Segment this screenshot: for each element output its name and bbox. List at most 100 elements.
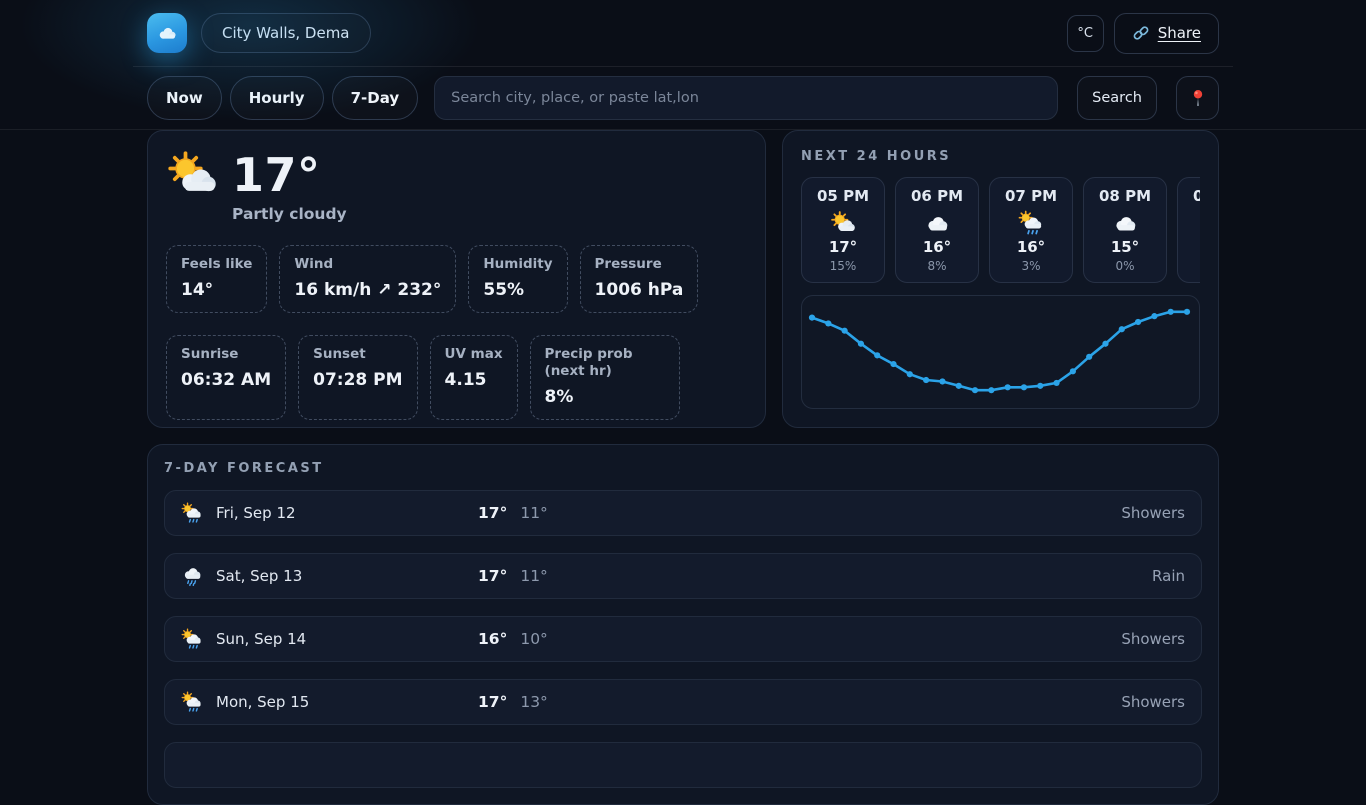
forecast-row-mon-sep-15[interactable]: Mon, Sep 1517° 13° Showers bbox=[164, 679, 1202, 725]
stat-value: 16 km/h ↗ 232° bbox=[294, 280, 441, 300]
next-24-hours-card: NEXT 24 HOURS 05 PM17°15%06 PM16°8%07 PM… bbox=[782, 130, 1219, 428]
forecast-low: 11° bbox=[520, 504, 547, 522]
stat-value: 8% bbox=[545, 387, 665, 407]
current-conditions-card: 17° Partly cloudy Feels like14°Wind16 km… bbox=[147, 130, 766, 428]
forecast-high: 16° bbox=[478, 630, 507, 648]
forecast-row-fri-sep-12[interactable]: Fri, Sep 1217° 11° Showers bbox=[164, 490, 1202, 536]
forecast-condition: Showers bbox=[1121, 504, 1185, 522]
tab-now[interactable]: Now bbox=[147, 76, 222, 120]
hour-time: 08 PM bbox=[1084, 187, 1166, 205]
hourly-strip[interactable]: 05 PM17°15%06 PM16°8%07 PM16°3%08 PM15°0… bbox=[801, 177, 1200, 283]
hour-precip: 3% bbox=[990, 259, 1072, 273]
current-stats-row-1: Feels like 14° Wind 16 km/h ↗ 232° Humidity 5… bbox=[166, 245, 747, 313]
share-label: Share bbox=[1158, 24, 1201, 42]
tab-7-day[interactable]: 7-Day bbox=[332, 76, 419, 120]
stat-value: 06:32 AM bbox=[181, 370, 271, 390]
forecast-high: 17° bbox=[478, 693, 507, 711]
hour-temp: 16° bbox=[1178, 238, 1200, 256]
forecast-day: Sat, Sep 13 bbox=[216, 567, 478, 585]
search-button[interactable]: Search bbox=[1077, 76, 1157, 120]
share-button[interactable]: Share bbox=[1114, 13, 1219, 54]
cloud-icon bbox=[924, 210, 950, 236]
forecast-condition: Showers bbox=[1121, 693, 1185, 711]
stat-label: Wind bbox=[294, 256, 414, 273]
app-header: City Walls, Dema °C Share bbox=[0, 0, 1366, 67]
stat-label: Humidity bbox=[483, 256, 552, 273]
cloud-icon bbox=[1112, 210, 1138, 236]
cloud-logo-icon bbox=[156, 25, 178, 41]
forecast-row-sat-sep-13[interactable]: Sat, Sep 1317° 11° Rain bbox=[164, 553, 1202, 599]
forecast-row-sun-sep-14[interactable]: Sun, Sep 1416° 10° Showers bbox=[164, 616, 1202, 662]
seven-day-forecast-title: 7-DAY FORECAST bbox=[164, 461, 1202, 476]
stat-label: Sunset bbox=[313, 346, 402, 363]
stat-tile-humidity: Humidity 55% bbox=[468, 245, 567, 313]
forecast-low: 13° bbox=[520, 693, 547, 711]
current-stats-row-2: Sunrise 06:32 AM Sunset 07:28 PM UV max 4.15 P… bbox=[166, 335, 747, 420]
current-temperature: 17° bbox=[232, 150, 321, 201]
forecast-day: Mon, Sep 15 bbox=[216, 693, 478, 711]
stat-value: 14° bbox=[181, 280, 252, 300]
hour-precip: 15% bbox=[802, 259, 884, 273]
forecast-day: Fri, Sep 12 bbox=[216, 504, 478, 522]
forecast-high: 17° bbox=[478, 567, 507, 585]
stat-tile-precip-prob-next-hr: Precip prob (next hr) 8% bbox=[530, 335, 680, 420]
sun-rain-icon bbox=[181, 691, 203, 713]
forecast-row-list: Fri, Sep 1217°11°ShowersSat, Sep 1317°11… bbox=[164, 490, 1202, 788]
forecast-condition: Rain bbox=[1152, 567, 1185, 585]
stat-tile-pressure: Pressure 1006 hPa bbox=[580, 245, 699, 313]
hour-chip-05-pm: 05 PM 17° 15% bbox=[801, 177, 885, 283]
stat-value: 55% bbox=[483, 280, 552, 300]
search-input[interactable] bbox=[434, 76, 1058, 120]
stat-label: UV max bbox=[445, 346, 503, 363]
hour-temp: 17° bbox=[802, 238, 884, 256]
hour-chip-09-pm: 09 PM16°0% bbox=[1177, 177, 1200, 283]
hour-precip: 0% bbox=[1084, 259, 1166, 273]
temperature-sparkline bbox=[801, 295, 1200, 409]
hour-temp: 15° bbox=[1084, 238, 1166, 256]
tab-hourly[interactable]: Hourly bbox=[230, 76, 324, 120]
stat-value: 1006 hPa bbox=[595, 280, 684, 300]
forecast-low: 11° bbox=[520, 567, 547, 585]
hour-time: 05 PM bbox=[802, 187, 884, 205]
unit-toggle-button[interactable]: °C bbox=[1067, 15, 1104, 52]
stat-tile-uv-max: UV max 4.15 bbox=[430, 335, 518, 420]
round-pushpin-icon bbox=[1189, 88, 1207, 108]
app-logo[interactable] bbox=[147, 13, 187, 53]
hour-chip-06-pm: 06 PM16°8% bbox=[895, 177, 979, 283]
stat-value: 4.15 bbox=[445, 370, 503, 390]
hour-time: 07 PM bbox=[990, 187, 1072, 205]
sun-rain-icon bbox=[181, 628, 203, 650]
forecast-condition: Showers bbox=[1121, 630, 1185, 648]
forecast-low: 10° bbox=[520, 630, 547, 648]
location-title[interactable]: City Walls, Dema bbox=[201, 13, 371, 53]
rain-icon bbox=[181, 565, 203, 587]
forecast-row-partial bbox=[164, 742, 1202, 788]
stat-label: Sunrise bbox=[181, 346, 271, 363]
stat-label: Pressure bbox=[595, 256, 684, 273]
use-my-location-button[interactable] bbox=[1176, 76, 1219, 120]
next-24-hours-title: NEXT 24 HOURS bbox=[801, 149, 1200, 164]
seven-day-forecast-card: 7-DAY FORECAST Fri, Sep 1217°11°ShowersS… bbox=[147, 444, 1219, 805]
stat-tile-sunset: Sunset 07:28 PM bbox=[298, 335, 417, 420]
view-tabs: NowHourly7-Day bbox=[147, 76, 418, 120]
sun-rain-icon bbox=[181, 502, 203, 524]
stat-value: 07:28 PM bbox=[313, 370, 402, 390]
main-content: 17° Partly cloudy Feels like14°Wind16 km… bbox=[133, 130, 1233, 805]
stat-label: Feels like bbox=[181, 256, 252, 273]
hour-chip-08-pm: 08 PM 15° 0% bbox=[1083, 177, 1167, 283]
stat-label: Precip prob (next hr) bbox=[545, 346, 665, 380]
forecast-day: Sun, Sep 14 bbox=[216, 630, 478, 648]
hour-precip: 8% bbox=[896, 259, 978, 273]
stat-tile-sunrise: Sunrise 06:32 AM bbox=[166, 335, 286, 420]
hour-time: 06 PM bbox=[896, 187, 978, 205]
stat-tile-feels-like: Feels like 14° bbox=[166, 245, 267, 313]
partly-cloudy-icon bbox=[166, 149, 218, 201]
nav-bar: NowHourly7-Day Search bbox=[0, 67, 1366, 130]
hour-temp: 16° bbox=[990, 238, 1072, 256]
hour-time: 09 PM bbox=[1178, 187, 1200, 205]
sun-rain-icon bbox=[1018, 210, 1044, 236]
hour-chip-07-pm: 07 PM 16° 3% bbox=[989, 177, 1073, 283]
sun-cloud-icon bbox=[830, 210, 856, 236]
stat-tile-wind: Wind 16 km/h ↗ 232° bbox=[279, 245, 456, 313]
forecast-high: 17° bbox=[478, 504, 507, 522]
